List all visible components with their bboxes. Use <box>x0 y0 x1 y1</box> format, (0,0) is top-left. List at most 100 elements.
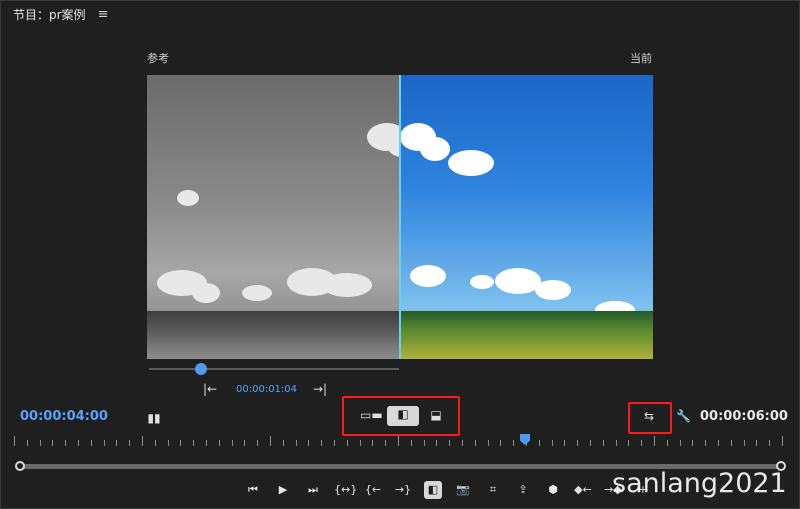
ruler-tick <box>692 440 694 446</box>
share-icon[interactable]: ⇪ <box>514 481 532 499</box>
play-icon[interactable]: ▶ <box>274 481 292 499</box>
reference-scrubber-track[interactable] <box>149 368 399 370</box>
current-frame <box>400 75 653 359</box>
ruler-tick <box>154 440 156 446</box>
time-ruler[interactable] <box>14 436 784 448</box>
play-in-to-out-icon[interactable]: {↔} <box>334 481 357 499</box>
ruler-tick <box>615 440 617 446</box>
ruler-tick <box>359 440 361 446</box>
ruler-tick <box>346 440 348 446</box>
export-frame-camera-icon[interactable]: 📷 <box>454 481 472 499</box>
ruler-tick <box>14 436 15 446</box>
ruler-tick <box>538 440 540 446</box>
vertical-split-mode-icon[interactable]: ◧ <box>387 406 419 426</box>
reference-ground <box>147 311 400 359</box>
swap-sides-icon[interactable]: ⇆ <box>640 408 658 424</box>
ruler-tick <box>564 440 566 446</box>
ruler-tick <box>90 440 92 446</box>
wrench-settings-icon[interactable]: 🔧 <box>676 408 691 424</box>
reference-timecode: 00:00:01:04 <box>236 384 298 395</box>
step-forward-icon[interactable]: ⏭ <box>304 481 322 499</box>
watermark-text: sanlang2021 <box>612 468 787 499</box>
ruler-tick <box>743 440 745 446</box>
go-to-out-icon[interactable]: →| <box>313 381 327 397</box>
ruler-tick <box>782 436 783 446</box>
transport-controls: ⏮ ▶ ⏭ {↔} {← →} ◧ 📷 ⌗ ⇪ ⬢ ◆← →◆ + <box>244 481 652 499</box>
ruler-tick <box>679 440 681 446</box>
ruler-tick <box>666 440 668 446</box>
comparison-viewer[interactable] <box>147 75 653 359</box>
ruler-tick <box>39 440 41 446</box>
horizontal-split-mode-icon[interactable]: ⬓ <box>428 407 444 423</box>
ruler-tick <box>718 440 719 446</box>
ruler-tick <box>462 440 463 446</box>
panel-title[interactable]: 节目：pr案例 <box>13 6 86 23</box>
ruler-tick <box>500 440 502 446</box>
ruler-tick <box>398 436 399 446</box>
ruler-tick <box>705 440 707 446</box>
playhead-timecode[interactable]: 00:00:04:00 <box>20 409 108 424</box>
go-to-previous-marker-icon[interactable]: ◆← <box>574 481 592 499</box>
ruler-tick <box>65 440 67 446</box>
ruler-tick <box>244 440 246 446</box>
duration-timecode: 00:00:06:00 <box>700 409 788 424</box>
ruler-tick <box>551 440 553 446</box>
ruler-tick <box>26 440 28 446</box>
ruler-tick <box>218 440 220 446</box>
zoom-handle-left[interactable] <box>15 461 25 471</box>
ruler-tick <box>372 440 374 446</box>
current-ground <box>400 311 653 359</box>
reference-frame <box>147 75 417 359</box>
ruler-tick <box>129 440 131 446</box>
safe-margins-icon[interactable]: ⌗ <box>484 481 502 499</box>
reference-scrubber-knob[interactable] <box>195 363 207 375</box>
ruler-tick <box>449 440 451 446</box>
ruler-tick <box>206 440 207 446</box>
ruler-tick <box>628 440 630 446</box>
step-back-icon[interactable]: ⏮ <box>244 481 262 499</box>
ruler-tick <box>602 440 604 446</box>
ruler-tick <box>641 440 643 446</box>
ruler-tick <box>321 440 323 446</box>
extract-icon[interactable]: →} <box>394 481 412 499</box>
ruler-tick <box>577 440 579 446</box>
ruler-tick <box>654 436 655 446</box>
ruler-tick <box>423 440 425 446</box>
ruler-tick <box>52 440 54 446</box>
ruler-tick <box>282 440 284 446</box>
ruler-tick <box>231 440 233 446</box>
ruler-tick <box>487 440 489 446</box>
panel-menu-icon[interactable]: ≡ <box>98 7 109 22</box>
ruler-tick <box>180 440 182 446</box>
ruler-tick <box>308 440 310 446</box>
side-by-side-mode-icon[interactable]: ▭▬ <box>360 407 383 423</box>
compare-view-icon[interactable]: ▮▮ <box>147 410 161 426</box>
ruler-tick <box>193 440 195 446</box>
ruler-tick <box>295 440 297 446</box>
current-label: 当前 <box>630 52 652 65</box>
lift-icon[interactable]: {← <box>364 481 382 499</box>
ruler-tick <box>385 440 387 446</box>
go-to-in-icon[interactable]: |← <box>203 381 217 397</box>
ruler-tick <box>769 440 771 446</box>
ruler-tick <box>436 440 438 446</box>
ruler-tick <box>756 440 758 446</box>
ruler-tick <box>103 440 105 446</box>
panel-header: 节目：pr案例 ≡ <box>13 6 108 23</box>
ruler-tick <box>78 440 79 446</box>
ruler-tick <box>257 440 259 446</box>
ruler-tick <box>730 440 732 446</box>
ruler-tick <box>142 436 143 446</box>
ruler-tick <box>474 440 476 446</box>
comparison-view-toggle-icon[interactable]: ◧ <box>424 481 442 499</box>
split-divider-handle[interactable] <box>399 75 401 359</box>
ruler-tick <box>513 440 515 446</box>
ruler-tick <box>410 440 412 446</box>
ruler-tick <box>334 440 335 446</box>
ruler-tick <box>590 440 591 446</box>
reference-label: 参考 <box>147 52 169 65</box>
ruler-tick <box>167 440 169 446</box>
ruler-tick <box>116 440 118 446</box>
ruler-tick <box>270 436 271 446</box>
add-marker-icon[interactable]: ⬢ <box>544 481 562 499</box>
